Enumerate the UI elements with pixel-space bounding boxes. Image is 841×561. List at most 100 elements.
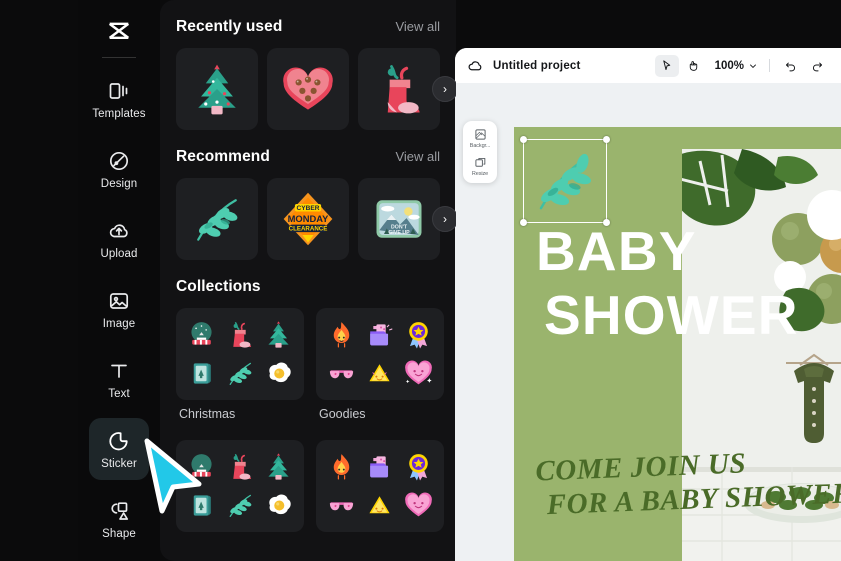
collection-card-christmas-2[interactable]	[176, 440, 304, 532]
view-all-link-recommend[interactable]: View all	[395, 149, 440, 164]
gift-folder-sticker	[370, 456, 389, 478]
app-root: Templates Design Upload Image Text Stick…	[0, 0, 841, 561]
text-icon	[107, 359, 131, 383]
flame-sticker	[333, 322, 350, 348]
sidebar-label: Upload	[100, 247, 138, 260]
svg-text:MONDAY: MONDAY	[288, 214, 329, 224]
section-header-recently-used: Recently used View all	[176, 0, 440, 48]
carousel-recommend: CYBER MONDAY CLEARANCE DON'T GIVE UP ›	[176, 178, 456, 260]
canvas-subtitle[interactable]: COME JOIN US FOR A BABY SHOWER	[535, 440, 841, 523]
image-icon	[107, 289, 131, 313]
resize-handle-bottom-left[interactable]	[520, 219, 527, 226]
heading-line-1: BABY	[536, 220, 697, 282]
templates-icon	[107, 79, 131, 103]
stocking-sticker	[233, 454, 252, 480]
editor-toolbar: Untitled project 100%	[455, 48, 841, 83]
select-tool-button[interactable]	[654, 54, 679, 77]
card-sticker	[193, 495, 211, 516]
collection-card-goodies-2[interactable]	[316, 440, 444, 532]
sunglasses-sticker	[329, 502, 353, 511]
gift-folder-sticker	[370, 324, 393, 346]
resize-icon	[474, 157, 485, 167]
sidebar-label: Shape	[102, 527, 136, 540]
design-canvas[interactable]: BABY SHOWER COME JOIN US FOR A BABY SHOW…	[514, 127, 841, 561]
carousel-next-button-recommend[interactable]: ›	[432, 206, 456, 232]
fried-egg-sticker	[269, 362, 291, 383]
sidebar-item-design[interactable]: Design	[89, 138, 149, 200]
design-icon	[107, 149, 131, 173]
canvas-workspace: Backgr... Resize BABY SHOWER COME JOIN U…	[455, 83, 841, 561]
christmas-tree-sticker	[198, 64, 236, 115]
heart-chocolate-box-sticker	[283, 67, 333, 110]
triangle-chip-sticker	[369, 496, 391, 514]
hand-tool-button[interactable]	[682, 55, 706, 77]
zoom-control[interactable]: 100%	[715, 60, 758, 72]
sidebar-item-shape[interactable]: Shape	[89, 488, 149, 550]
sidebar-item-sticker[interactable]: Sticker	[89, 418, 149, 480]
section-header-collections: Collections	[176, 260, 440, 308]
project-title[interactable]: Untitled project	[493, 60, 581, 72]
stocking-sticker	[233, 322, 252, 348]
leaf-sticker	[230, 362, 252, 385]
award-ribbon-sticker	[409, 454, 428, 481]
snow-globe-sticker	[191, 454, 212, 477]
heart-face-sticker	[405, 492, 433, 517]
fried-egg-sticker	[269, 494, 291, 515]
sidebar-item-text[interactable]: Text	[89, 348, 149, 410]
sidebar-label: Image	[102, 317, 136, 330]
cursor-arrow-icon	[663, 60, 671, 71]
view-all-link-recently-used[interactable]: View all	[395, 19, 440, 34]
sticker-tile-heart-chocolate-box[interactable]	[267, 48, 349, 130]
sidebar-item-image[interactable]: Image	[89, 278, 149, 340]
background-icon	[474, 129, 486, 140]
shape-icon	[107, 499, 131, 523]
sidebar-label: Templates	[92, 107, 146, 120]
background-tool-button[interactable]: Backgr...	[464, 128, 496, 149]
hand-icon	[689, 61, 698, 71]
svg-text:CLEARANCE: CLEARANCE	[289, 226, 328, 233]
resize-tool-button[interactable]: Resize	[464, 156, 496, 177]
sunglasses-sticker	[329, 370, 353, 379]
section-title: Recently used	[176, 18, 283, 35]
float-tool-label: Resize	[471, 171, 489, 177]
carousel-recently-used: ›	[176, 48, 456, 130]
capcut-logo-icon[interactable]	[99, 14, 139, 50]
chevron-down-icon	[750, 63, 756, 68]
left-sidebar: Templates Design Upload Image Text Stick…	[78, 0, 160, 561]
carousel-next-button-recently-used[interactable]: ›	[432, 76, 456, 102]
cloud-sync-icon[interactable]	[467, 57, 484, 74]
editor-window: Untitled project 100% Backgr... Resize B…	[455, 48, 841, 561]
resize-handle-top-left[interactable]	[520, 136, 527, 143]
sidebar-item-templates[interactable]: Templates	[89, 68, 149, 130]
selection-bounding-box[interactable]	[520, 136, 610, 226]
collection-preview	[176, 308, 304, 400]
resize-handle-top-right[interactable]	[603, 136, 610, 143]
sidebar-label: Sticker	[101, 457, 137, 470]
award-ribbon-sticker	[409, 322, 428, 349]
collection-card-christmas[interactable]: Christmas	[176, 308, 304, 431]
sidebar-item-upload[interactable]: Upload	[89, 208, 149, 270]
collection-card-goodies[interactable]: Goodies	[316, 308, 444, 431]
sticker-tile-christmas-stocking[interactable]	[358, 48, 440, 130]
sticker-tile-dont-give-up[interactable]: DON'T GIVE UP	[358, 178, 440, 260]
sidebar-label: Text	[108, 387, 130, 400]
triangle-chip-sticker	[369, 364, 391, 382]
sticker-tile-leaf-branch[interactable]	[176, 178, 258, 260]
svg-text:GIVE UP: GIVE UP	[388, 230, 410, 236]
canvas-heading[interactable]: BABY SHOWER	[536, 219, 841, 347]
float-tool-label: Backgr...	[469, 143, 491, 149]
redo-button[interactable]	[805, 55, 829, 77]
section-title: Recommend	[176, 148, 270, 165]
sticker-tile-christmas-tree[interactable]	[176, 48, 258, 130]
flame-sticker	[333, 454, 350, 480]
collection-name: Goodies	[319, 407, 366, 421]
resize-handle-bottom-right[interactable]	[603, 219, 610, 226]
green-leaf-branch-sticker	[197, 199, 238, 241]
sticker-tile-cyber-monday[interactable]: CYBER MONDAY CLEARANCE	[267, 178, 349, 260]
collections-grid: Christmas Goodies	[176, 308, 444, 532]
chevron-right-icon: ›	[443, 82, 447, 96]
floating-tool-panel: Backgr... Resize	[463, 121, 497, 183]
chevron-right-icon: ›	[443, 212, 447, 226]
undo-button[interactable]	[778, 55, 802, 77]
upload-cloud-icon	[107, 219, 131, 243]
